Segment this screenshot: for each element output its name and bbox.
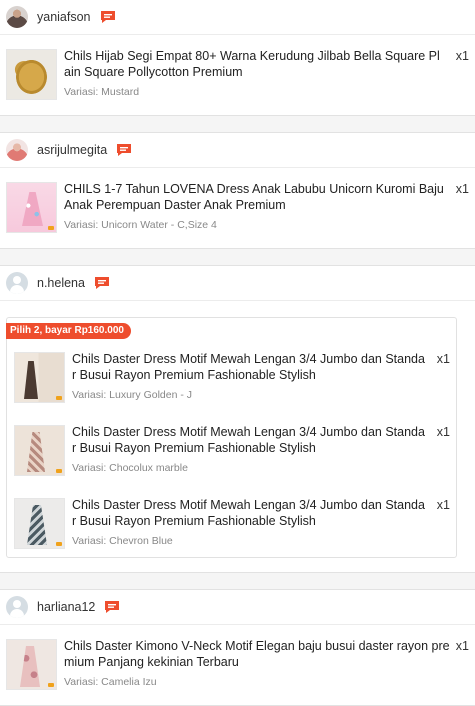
product-title: Chils Hijab Segi Empat 80+ Warna Kerudun… — [64, 49, 440, 79]
product-title: Chils Daster Dress Motif Mewah Lengan 3/… — [72, 352, 425, 382]
product-info: Chils Daster Dress Motif Mewah Lengan 3/… — [72, 352, 431, 401]
product-title: Chils Daster Kimono V-Neck Motif Elegan … — [64, 639, 450, 669]
product-item[interactable]: Chils Hijab Segi Empat 80+ Warna Kerudun… — [0, 35, 475, 115]
chat-icon[interactable] — [94, 276, 110, 290]
bundle-deal-badge: Pilih 2, bayar Rp160.000 — [6, 323, 131, 339]
order-card: asrijulmegita CHILS 1-7 Tahun LOVENA Dre… — [0, 132, 475, 249]
shop-badge-icon — [48, 683, 54, 687]
chat-icon[interactable] — [116, 143, 132, 157]
shop-badge-icon — [56, 396, 62, 400]
product-info: Chils Daster Dress Motif Mewah Lengan 3/… — [72, 498, 431, 547]
product-quantity: x1 — [436, 425, 450, 439]
product-thumbnail — [6, 639, 57, 690]
chat-icon[interactable] — [100, 10, 116, 24]
buyer-row: yaniafson — [0, 0, 475, 35]
bundle-deal-box: Pilih 2, bayar Rp160.000 Chils Daster Dr… — [6, 317, 457, 558]
buyer-avatar[interactable] — [6, 139, 28, 161]
product-info: Chils Hijab Segi Empat 80+ Warna Kerudun… — [64, 49, 450, 98]
product-quantity: x1 — [436, 352, 450, 366]
buyer-row: asrijulmegita — [0, 133, 475, 168]
product-quantity: x1 — [455, 49, 469, 63]
shop-badge-icon — [56, 469, 62, 473]
product-thumbnail — [6, 49, 57, 100]
product-thumbnail — [6, 182, 57, 233]
buyer-name[interactable]: harliana12 — [37, 600, 95, 614]
product-variant: Variasi: Camelia Izu — [64, 676, 157, 688]
buyer-row: harliana12 — [0, 590, 475, 625]
product-quantity: x1 — [436, 498, 450, 512]
product-info: CHILS 1-7 Tahun LOVENA Dress Anak Labubu… — [64, 182, 450, 231]
order-card: harliana12 Chils Daster Kimono V-Neck Mo… — [0, 589, 475, 706]
product-item[interactable]: Chils Daster Kimono V-Neck Motif Elegan … — [0, 625, 475, 705]
order-card: yaniafson Chils Hijab Segi Empat 80+ War… — [0, 0, 475, 116]
default-avatar-icon[interactable] — [6, 596, 28, 618]
product-variant: Variasi: Chevron Blue — [72, 535, 173, 547]
product-thumbnail — [14, 425, 65, 476]
product-thumbnail — [14, 352, 65, 403]
buyer-name[interactable]: asrijulmegita — [37, 143, 107, 157]
product-variant: Variasi: Chocolux marble — [72, 462, 188, 474]
buyer-avatar[interactable] — [6, 6, 28, 28]
product-variant: Variasi: Luxury Golden - J — [72, 389, 193, 401]
product-thumbnail — [14, 498, 65, 549]
product-item[interactable]: Chils Daster Dress Motif Mewah Lengan 3/… — [7, 411, 456, 484]
product-quantity: x1 — [455, 182, 469, 196]
product-variant: Variasi: Mustard — [64, 86, 140, 98]
buyer-row: n.helena — [0, 266, 475, 301]
product-info: Chils Daster Dress Motif Mewah Lengan 3/… — [72, 425, 431, 474]
product-title: CHILS 1-7 Tahun LOVENA Dress Anak Labubu… — [64, 182, 444, 212]
product-quantity: x1 — [455, 639, 469, 653]
product-title: Chils Daster Dress Motif Mewah Lengan 3/… — [72, 498, 425, 528]
default-avatar-icon[interactable] — [6, 272, 28, 294]
product-variant: Variasi: Unicorn Water - C,Size 4 — [64, 219, 217, 231]
buyer-name[interactable]: yaniafson — [37, 10, 91, 24]
product-info: Chils Daster Kimono V-Neck Motif Elegan … — [64, 639, 450, 688]
shop-badge-icon — [48, 226, 54, 230]
product-item[interactable]: Chils Daster Dress Motif Mewah Lengan 3/… — [7, 484, 456, 557]
order-card: n.helena Pilih 2, bayar Rp160.000 Chils … — [0, 265, 475, 573]
buyer-name[interactable]: n.helena — [37, 276, 85, 290]
shop-badge-icon — [56, 542, 62, 546]
product-title: Chils Daster Dress Motif Mewah Lengan 3/… — [72, 425, 425, 455]
product-item[interactable]: CHILS 1-7 Tahun LOVENA Dress Anak Labubu… — [0, 168, 475, 248]
chat-icon[interactable] — [104, 600, 120, 614]
